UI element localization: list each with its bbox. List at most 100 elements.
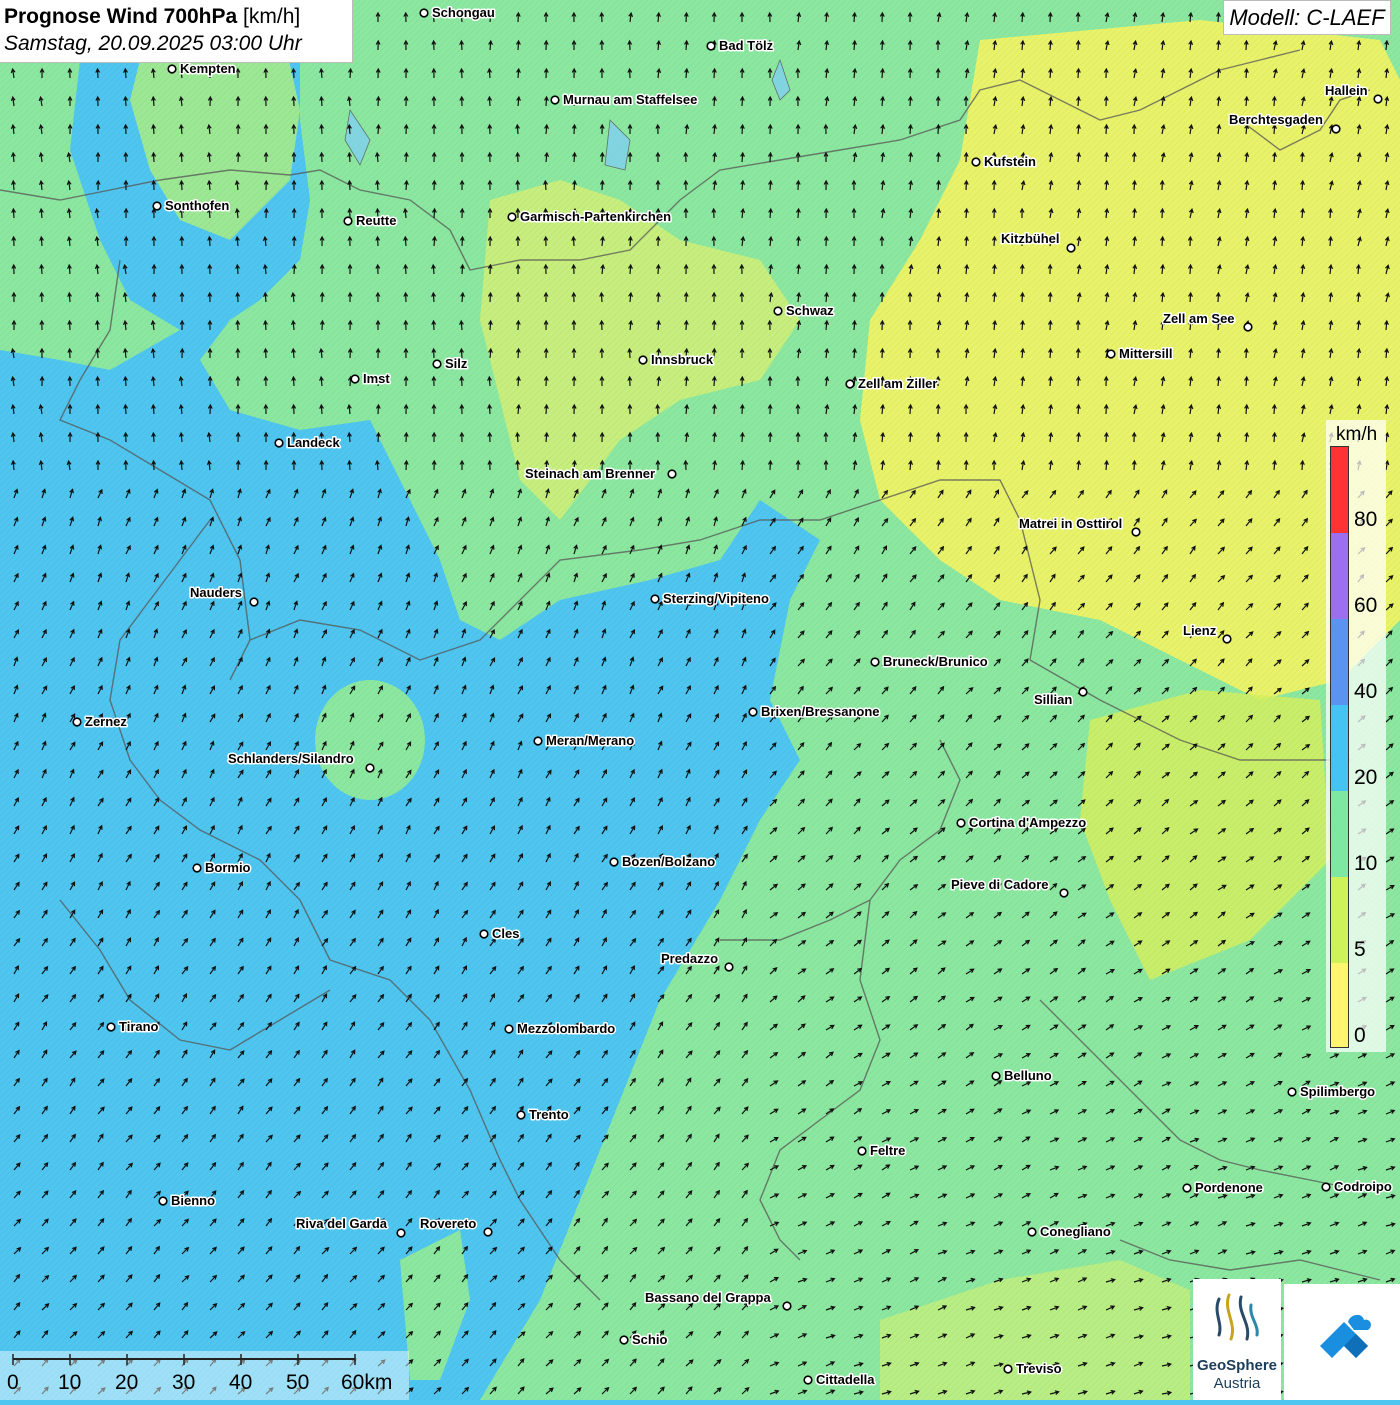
legend-swatch-0 bbox=[1331, 963, 1348, 1047]
scale-bar: 0 10 20 30 40 50 60km bbox=[0, 1351, 409, 1400]
city-sonthofen[interactable]: Sonthofen bbox=[152, 197, 231, 215]
city-marker bbox=[483, 1227, 493, 1237]
city-marker bbox=[650, 594, 660, 604]
legend-swatch-5 bbox=[1331, 877, 1348, 963]
city-label: Cittadella bbox=[816, 1372, 875, 1387]
city-marker bbox=[1222, 634, 1232, 644]
city-marker bbox=[1243, 322, 1253, 332]
city-marker bbox=[971, 157, 981, 167]
city-label: Schio bbox=[632, 1332, 667, 1347]
city-marker bbox=[1331, 124, 1341, 134]
city-marker bbox=[870, 657, 880, 667]
city-cortina-d-ampezzo[interactable]: Cortina d'Ampezzo bbox=[956, 814, 1088, 832]
geosphere-logo-line2: Austria bbox=[1213, 1375, 1261, 1392]
legend-swatch-20 bbox=[1331, 705, 1348, 791]
city-label: Garmisch-Partenkirchen bbox=[520, 209, 671, 224]
geosphere-logo-icon bbox=[1215, 1293, 1259, 1341]
city-label: Codroipo bbox=[1334, 1179, 1392, 1194]
city-spilimbergo[interactable]: Spilimbergo bbox=[1287, 1083, 1377, 1101]
city-label: Schongau bbox=[432, 5, 495, 20]
city-marker bbox=[419, 8, 429, 18]
city-meran-merano[interactable]: Meran/Merano bbox=[533, 732, 636, 750]
city-marker bbox=[1027, 1227, 1037, 1237]
map-subtitle: Samstag, 20.09.2025 03:00 Uhr bbox=[4, 32, 302, 55]
city-label: Zell am See bbox=[1163, 311, 1235, 326]
city-marker bbox=[158, 1196, 168, 1206]
city-marker bbox=[1059, 888, 1069, 898]
city-label: Zernez bbox=[85, 714, 127, 729]
city-label: Schwaz bbox=[786, 303, 834, 318]
city-label: Innsbruck bbox=[651, 352, 714, 367]
city-label: Cortina d'Ampezzo bbox=[969, 815, 1086, 830]
city-marker bbox=[72, 717, 82, 727]
city-marker bbox=[507, 212, 517, 222]
scale-label-40: 40 bbox=[229, 1371, 253, 1394]
city-marker bbox=[609, 857, 619, 867]
city-label: Bienno bbox=[171, 1193, 215, 1208]
wind-map[interactable]: Schongau Kempten Bad Tölz Murnau am Staffel… bbox=[0, 0, 1400, 1400]
color-legend: km/h 80 60 40 20 10 5 0 bbox=[1326, 420, 1386, 1052]
city-murnau-am-staffelsee[interactable]: Murnau am Staffelsee bbox=[550, 91, 699, 109]
scale-label-60: 60km bbox=[341, 1371, 393, 1394]
scale-label-20: 20 bbox=[115, 1371, 139, 1394]
city-label: Sonthofen bbox=[165, 198, 229, 213]
city-marker bbox=[192, 863, 202, 873]
legend-swatch-60 bbox=[1331, 533, 1348, 619]
city-marker bbox=[516, 1110, 526, 1120]
city-conegliano[interactable]: Conegliano bbox=[1027, 1223, 1112, 1241]
legend-label-0: 0 bbox=[1354, 1024, 1366, 1047]
scale-label-0: 0 bbox=[7, 1371, 19, 1394]
legend-label-10: 10 bbox=[1354, 852, 1378, 875]
city-marker bbox=[504, 1024, 514, 1034]
city-label: Nauders bbox=[190, 585, 242, 600]
city-label: Kufstein bbox=[984, 154, 1036, 169]
city-label: Sillian bbox=[1034, 692, 1072, 707]
city-sterzing-vipiteno[interactable]: Sterzing/Vipiteno bbox=[650, 590, 770, 608]
city-label: Brixen/Bressanone bbox=[761, 704, 880, 719]
city-garmisch-partenkirchen[interactable]: Garmisch-Partenkirchen bbox=[507, 208, 673, 226]
city-marker bbox=[1003, 1364, 1013, 1374]
city-label: Trento bbox=[529, 1107, 569, 1122]
map-title-unit: [km/h] bbox=[243, 5, 301, 28]
city-zell-am-ziller[interactable]: Zell am Ziller bbox=[845, 375, 939, 393]
city-marker bbox=[991, 1071, 1001, 1081]
city-schongau[interactable]: Schongau bbox=[419, 4, 496, 22]
city-bozen-bolzano[interactable]: Bozen/Bolzano bbox=[609, 853, 717, 871]
city-marker bbox=[533, 736, 543, 746]
city-pordenone[interactable]: Pordenone bbox=[1182, 1179, 1264, 1197]
city-marker bbox=[167, 64, 177, 74]
city-label: Imst bbox=[363, 371, 390, 386]
city-marker bbox=[724, 962, 734, 972]
city-label: Matrei in Osttirol bbox=[1019, 516, 1122, 531]
city-label: Cles bbox=[492, 926, 519, 941]
city-innsbruck[interactable]: Innsbruck bbox=[638, 351, 715, 369]
legend-unit: km/h bbox=[1336, 424, 1378, 445]
city-label: Spilimbergo bbox=[1300, 1084, 1375, 1099]
city-bruneck-brunico[interactable]: Bruneck/Brunico bbox=[870, 653, 989, 671]
geosphere-logo[interactable]: GeoSphere Austria bbox=[1193, 1279, 1281, 1400]
legend-label-5: 5 bbox=[1354, 938, 1366, 961]
city-marker bbox=[479, 929, 489, 939]
city-label: Berchtesgaden bbox=[1229, 112, 1323, 127]
city-label: Reutte bbox=[356, 213, 396, 228]
city-marker bbox=[365, 763, 375, 773]
city-mezzolombardo[interactable]: Mezzolombardo bbox=[504, 1020, 617, 1038]
city-marker bbox=[638, 355, 648, 365]
legend-label-80: 80 bbox=[1354, 508, 1378, 531]
city-label: Kitzbühel bbox=[1001, 231, 1060, 246]
city-marker bbox=[152, 201, 162, 211]
city-marker bbox=[1182, 1183, 1192, 1193]
city-marker bbox=[619, 1335, 629, 1345]
legend-swatch-10 bbox=[1331, 791, 1348, 877]
city-steinach-am-brenner[interactable]: Steinach am Brenner bbox=[524, 465, 677, 483]
city-label: Bozen/Bolzano bbox=[622, 854, 715, 869]
wetter-app-logo[interactable] bbox=[1284, 1284, 1400, 1400]
city-marker bbox=[350, 374, 360, 384]
city-label: Pieve di Cadore bbox=[951, 877, 1049, 892]
city-label: Hallein bbox=[1325, 83, 1368, 98]
city-brixen-bressanone[interactable]: Brixen/Bressanone bbox=[748, 703, 881, 721]
legend-label-20: 20 bbox=[1354, 766, 1378, 789]
map-title: Prognose Wind 700hPa bbox=[4, 5, 238, 28]
city-label: Treviso bbox=[1016, 1361, 1062, 1376]
city-marker bbox=[857, 1146, 867, 1156]
